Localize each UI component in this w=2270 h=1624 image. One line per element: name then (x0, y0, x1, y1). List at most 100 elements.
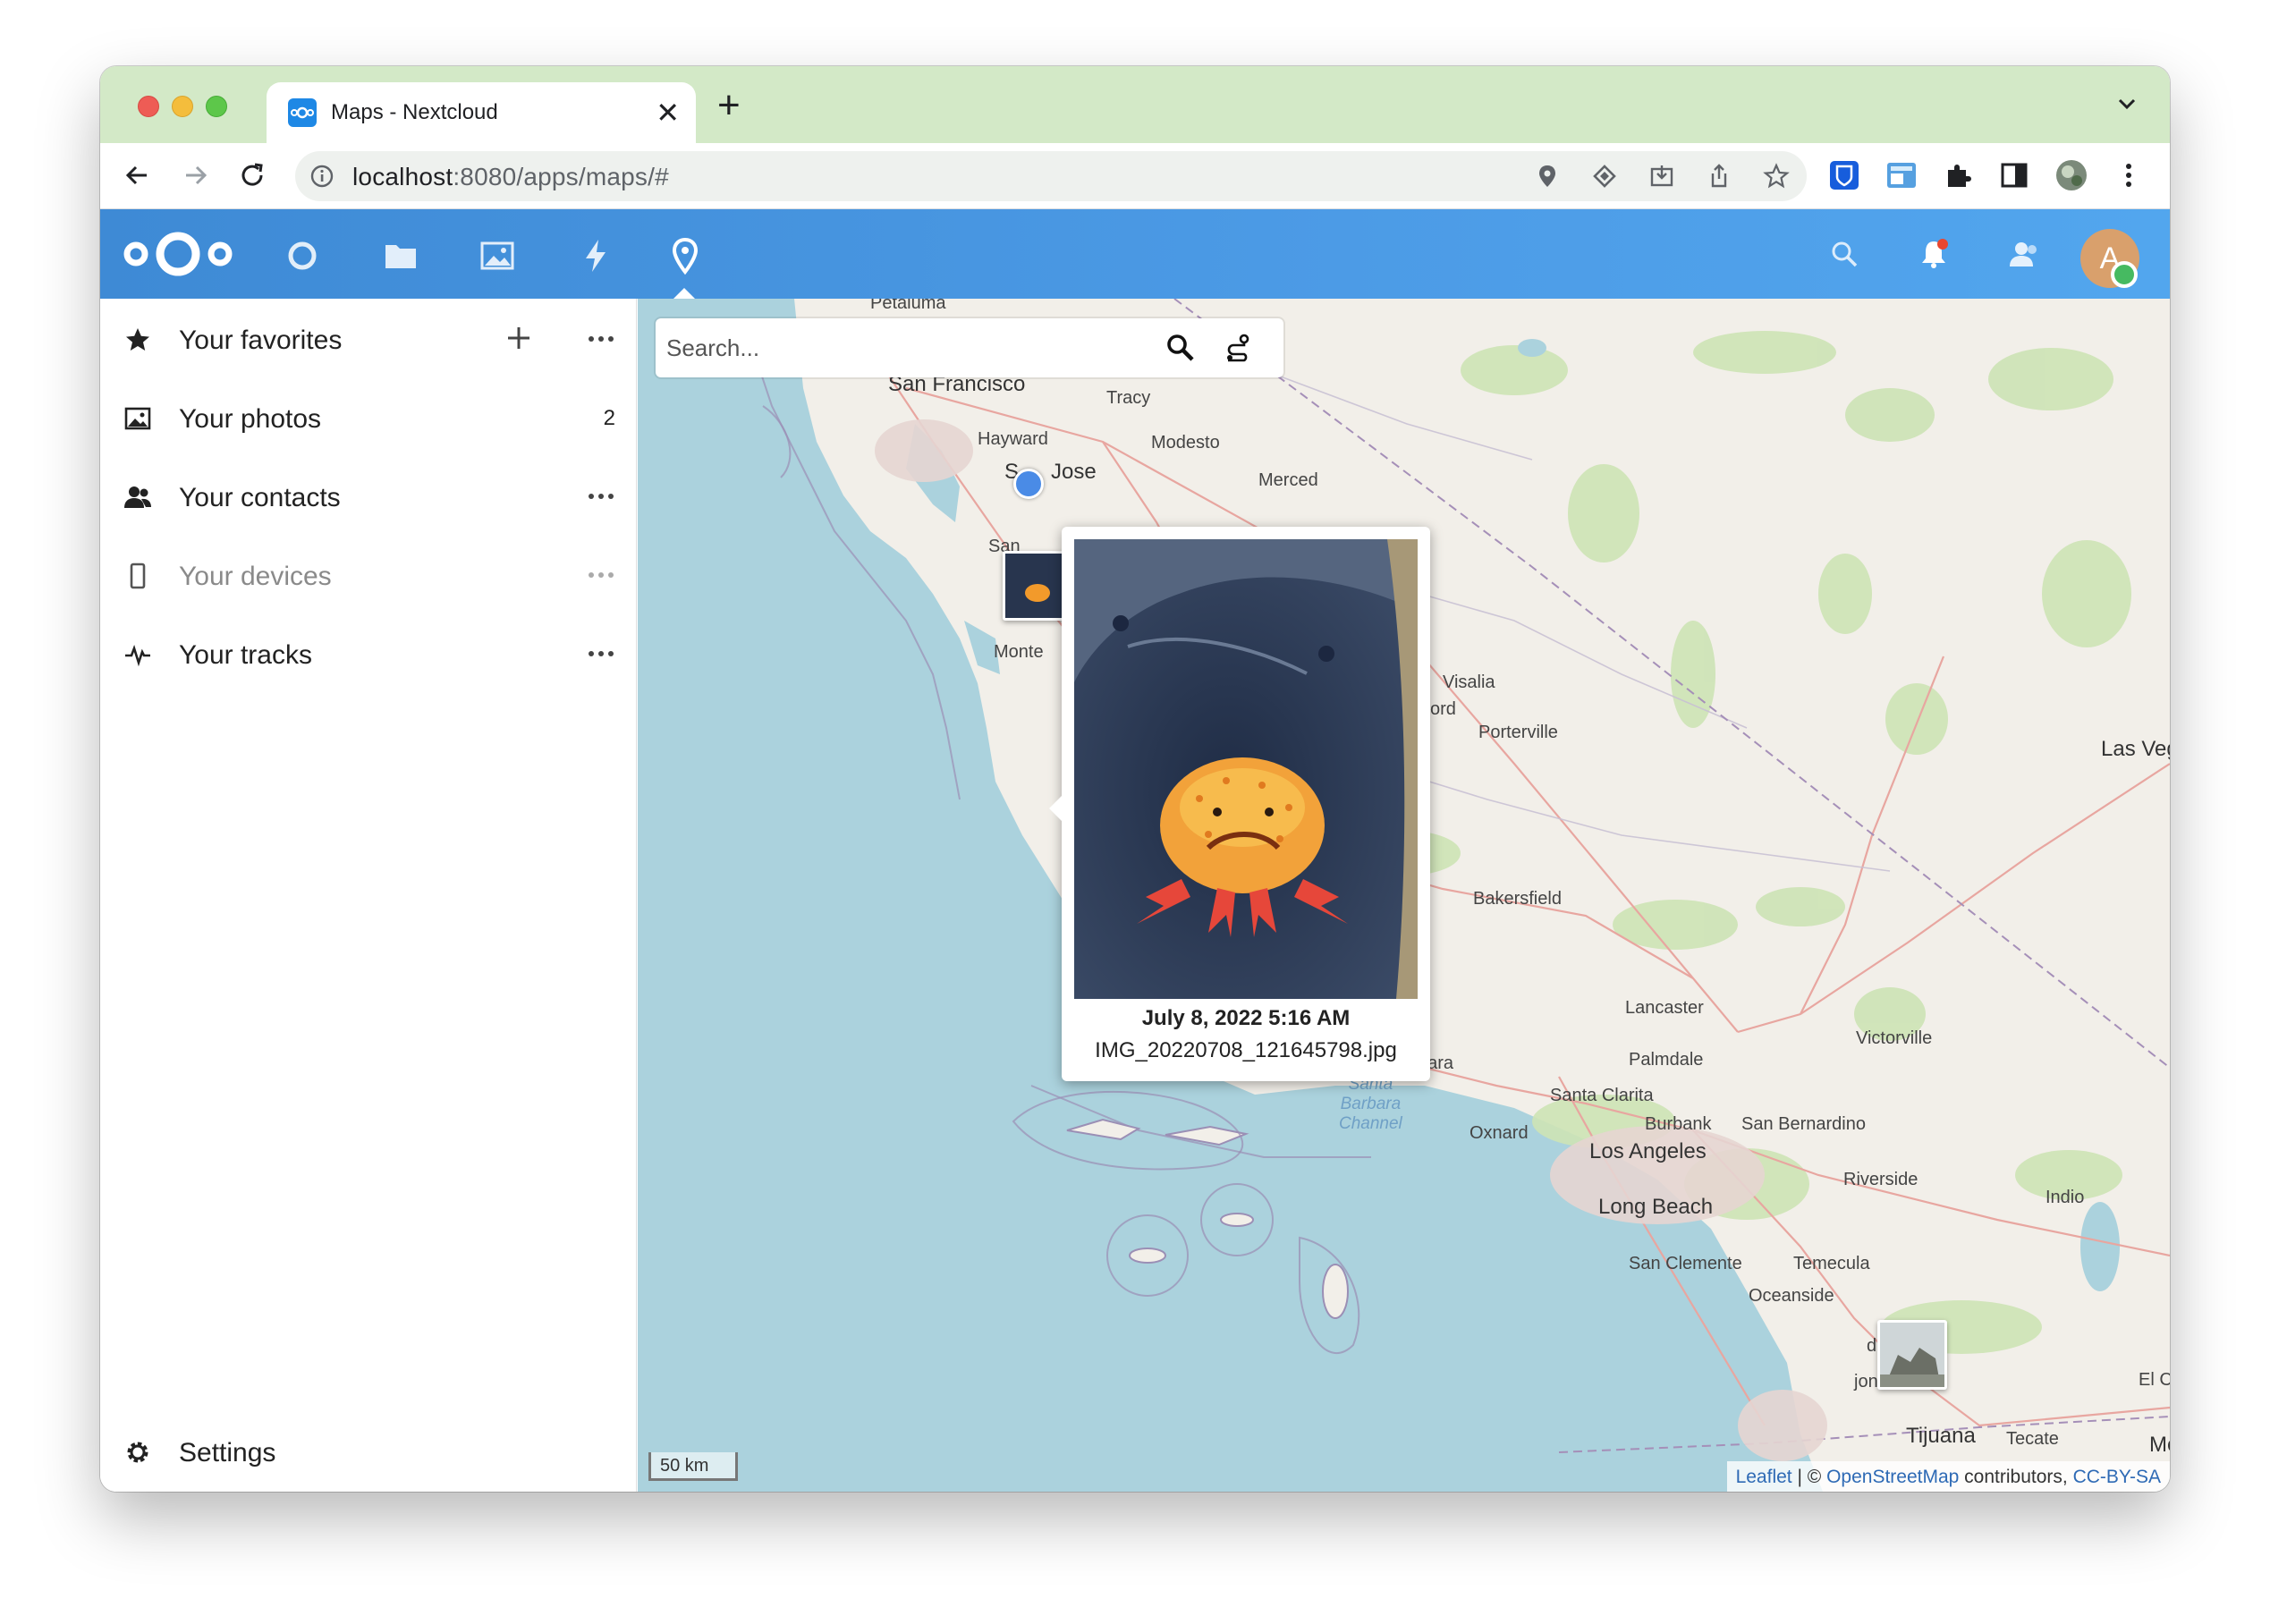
sidebar-item-label: Your photos (179, 404, 322, 434)
nextcloud-logo-icon[interactable] (122, 229, 234, 279)
back-arrow-icon[interactable] (120, 157, 156, 193)
browser-toolbar: localhost:8080/apps/maps/# (100, 143, 2170, 209)
dashboard-app-icon[interactable] (283, 236, 322, 275)
popup-tip (1049, 795, 1063, 822)
photo-filename: IMG_20220708_121645798.jpg (1095, 1038, 1397, 1062)
map-label-porterville: Porterville (1478, 723, 1558, 742)
tab-strip: Maps - Nextcloud ✕ + (100, 66, 2170, 143)
extension-diamond-icon[interactable] (1590, 162, 1619, 190)
star-icon (126, 328, 149, 351)
files-folder-icon[interactable] (381, 236, 420, 275)
profile-avatar-icon[interactable] (2054, 157, 2089, 193)
map-label-tracy: Tracy (1106, 388, 1151, 408)
address-bar[interactable]: localhost:8080/apps/maps/# (295, 151, 1807, 201)
more-options-icon[interactable] (585, 483, 617, 510)
site-info-icon[interactable] (309, 164, 335, 189)
sidebar-item-favorites[interactable]: Your favorites (100, 299, 637, 377)
tab-search-chevron-icon[interactable] (2111, 88, 2143, 120)
cap-fish-photo-icon (1074, 539, 1418, 999)
map-label-merced: Merced (1258, 470, 1318, 490)
sidebar-item-photos[interactable]: Your photos 2 (100, 377, 637, 456)
current-location-marker[interactable] (1013, 469, 1044, 499)
app-navigation: Your favorites Your photos 2 Your contac… (100, 299, 637, 1492)
tab-close-icon[interactable]: ✕ (656, 95, 680, 131)
unified-search-icon[interactable] (1826, 236, 1862, 272)
bookmark-star-icon[interactable] (1762, 162, 1791, 190)
map-label-victorville: Victorville (1856, 1028, 1933, 1048)
map-view[interactable]: Petaluma San Francisco Tracy Hayward Mod… (638, 299, 2170, 1492)
map-label-jon: jon (1854, 1372, 1878, 1391)
extensions-puzzle-icon[interactable] (1941, 157, 1977, 193)
map-label-oceanside: Oceanside (1749, 1286, 1834, 1306)
map-label-indio: Indio (2046, 1188, 2085, 1207)
openstreetmap-link[interactable]: OpenStreetMap (1826, 1467, 1959, 1487)
map-label-el-centro: El Centi (2139, 1370, 2170, 1390)
contacts-menu-icon[interactable] (2005, 236, 2041, 272)
activity-lightning-icon[interactable] (576, 236, 615, 275)
phone-icon (130, 562, 146, 589)
map-label-los-angeles: Los Angeles (1589, 1139, 1707, 1163)
forward-arrow-icon[interactable] (177, 157, 213, 193)
photo-marker[interactable] (1877, 1320, 1947, 1390)
location-pin-icon[interactable] (1533, 162, 1562, 190)
sidebar-item-contacts[interactable]: Your contacts (100, 456, 637, 535)
notifications-bell-icon[interactable] (1916, 236, 1952, 272)
side-panel-icon[interactable] (1996, 157, 2032, 193)
map-label-las-vegas: Las Vega (2101, 737, 2170, 761)
nextcloud-favicon-icon (288, 98, 317, 127)
search-input[interactable] (666, 329, 1167, 367)
map-label-san-jose-b: Jose (1051, 460, 1097, 484)
map-label-monte: Monte (994, 642, 1044, 662)
sidebar-item-devices[interactable]: Your devices (100, 535, 637, 613)
browser-tab[interactable]: Maps - Nextcloud ✕ (267, 82, 696, 143)
map-search-box (656, 318, 1283, 377)
more-options-icon[interactable] (585, 562, 617, 588)
map-label-oxnard: Oxnard (1470, 1123, 1529, 1143)
maps-app-pin-icon[interactable] (665, 236, 705, 275)
browser-menu-icon[interactable] (2111, 157, 2147, 193)
map-label-ord: ord (1430, 699, 1456, 719)
close-window-button[interactable] (138, 96, 159, 117)
sidebar-item-label: Your devices (179, 562, 332, 591)
map-label-petaluma: Petaluma (870, 299, 946, 313)
image-icon (124, 407, 151, 430)
more-options-icon[interactable] (585, 640, 617, 667)
map-label-riverside: Riverside (1843, 1170, 1918, 1189)
add-favorite-plus-icon[interactable] (503, 322, 535, 354)
map-attribution: Leaflet | © OpenStreetMap contributors, … (1726, 1461, 2170, 1492)
leaflet-link[interactable]: Leaflet (1736, 1467, 1792, 1487)
reload-icon[interactable] (234, 157, 270, 193)
photos-app-icon[interactable] (478, 236, 517, 275)
photo-preview-image[interactable] (1074, 539, 1418, 999)
bitwarden-extension-icon[interactable] (1826, 157, 1862, 193)
photo-date: July 8, 2022 5:16 AM (1141, 1006, 1351, 1030)
photo-thumbnail-icon (1880, 1323, 1944, 1387)
map-label-long-beach: Long Beach (1598, 1195, 1714, 1219)
map-label-santa-clarita: Santa Clarita (1550, 1086, 1654, 1105)
screenshot-extension-icon[interactable] (1884, 157, 1919, 193)
map-label-bakersfield: Bakersfield (1473, 889, 1562, 909)
new-tab-button[interactable]: + (717, 86, 741, 125)
browser-window: Maps - Nextcloud ✕ + localhost:8080/apps… (100, 66, 2170, 1492)
activity-icon (125, 644, 150, 667)
install-app-icon[interactable] (1647, 162, 1676, 190)
map-label-lancaster: Lancaster (1625, 998, 1704, 1018)
maximize-window-button[interactable] (206, 96, 227, 117)
license-link[interactable]: CC-BY-SA (2073, 1467, 2161, 1487)
contacts-icon (124, 486, 151, 508)
sidebar-item-tracks[interactable]: Your tracks (100, 613, 637, 692)
share-icon[interactable] (1705, 162, 1733, 190)
gear-icon (127, 1442, 148, 1463)
minimize-window-button[interactable] (172, 96, 193, 117)
search-icon[interactable] (1164, 331, 1198, 365)
attribution-contributors: contributors, (1959, 1467, 2073, 1487)
map-label-palmdale: Palmdale (1629, 1050, 1704, 1070)
photo-thumbnail-icon (1005, 554, 1070, 618)
route-directions-icon[interactable] (1221, 331, 1255, 365)
attribution-separator: | © (1791, 1467, 1827, 1487)
map-label-santa-barbara-channel: Santa Barbara Channel (1339, 1075, 1402, 1133)
user-status-online-icon (2111, 261, 2138, 288)
more-options-icon[interactable] (585, 326, 617, 352)
settings-button[interactable]: Settings (100, 1411, 637, 1490)
map-label-mexicali: Mexicali (2149, 1433, 2170, 1457)
